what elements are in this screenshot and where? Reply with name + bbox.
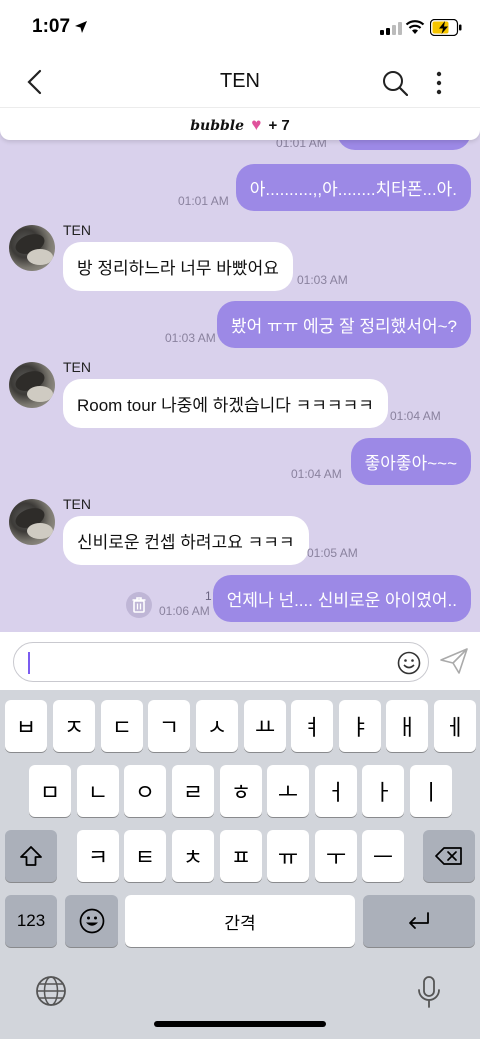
key[interactable]: ㅐ — [386, 700, 428, 752]
key[interactable]: ㅡ — [362, 830, 404, 882]
send-icon[interactable] — [440, 648, 468, 674]
key[interactable]: ㅂ — [5, 700, 47, 752]
key[interactable]: ㄴ — [77, 765, 119, 817]
key[interactable]: ㅍ — [220, 830, 262, 882]
message-time: 01:03 AM — [297, 273, 348, 287]
return-key[interactable] — [363, 895, 475, 947]
key[interactable]: ㅋ — [77, 830, 119, 882]
sender-avatar[interactable] — [9, 499, 55, 545]
message-bubble-incoming[interactable]: 방 정리하느라 너무 바빴어요 — [63, 242, 293, 291]
message-composer — [0, 632, 480, 690]
numbers-key[interactable]: 123 — [5, 895, 57, 947]
space-key[interactable]: 간격 — [125, 895, 355, 947]
heart-icon: ♥ — [251, 115, 262, 134]
emoji-icon[interactable] — [397, 651, 421, 675]
key[interactable]: ㅅ — [196, 700, 238, 752]
microphone-icon[interactable] — [416, 975, 442, 1009]
message-bubble-outgoing[interactable]: 봤어 ㅠㅠ 에궁 잘 정리했서어~? — [217, 301, 471, 348]
backspace-icon — [435, 847, 462, 865]
key[interactable]: ㅓ — [315, 765, 357, 817]
message-time: 01:03 AM — [165, 331, 216, 345]
key[interactable]: ㅌ — [124, 830, 166, 882]
emoji-key[interactable] — [65, 895, 118, 947]
keyboard: ㅂ ㅈ ㄷ ㄱ ㅅ ㅛ ㅕ ㅑ ㅐ ㅔ ㅁ ㄴ ㅇ ㄹ ㅎ ㅗ ㅓ ㅏ ㅣ ㅋ … — [0, 690, 480, 1039]
status-time: 1:07 — [32, 16, 71, 37]
screen: 1:07 TEN bubble ♥ + 7 01:01 AM 아........… — [0, 0, 480, 1039]
message-bubble-outgoing[interactable]: 좋아좋아~~~ — [350, 438, 471, 485]
sender-avatar[interactable] — [9, 225, 55, 271]
message-bubble-incoming[interactable]: Room tour 나중에 하겠습니다 ㅋㅋㅋㅋㅋ — [63, 379, 388, 428]
key[interactable]: ㅑ — [339, 700, 381, 752]
unread-count: 1 — [205, 589, 212, 603]
globe-icon[interactable] — [35, 975, 67, 1007]
message-time: 01:05 AM — [307, 546, 358, 560]
more-options-icon[interactable] — [432, 70, 446, 96]
key[interactable]: ㅕ — [291, 700, 333, 752]
key[interactable]: ㅏ — [362, 765, 404, 817]
location-arrow-icon — [75, 21, 87, 33]
shift-icon — [20, 846, 42, 866]
message-time: 01:06 AM — [159, 604, 210, 618]
sender-name: TEN — [63, 359, 91, 375]
return-icon — [409, 912, 429, 929]
bubble-count: + 7 — [268, 117, 290, 134]
key[interactable]: ㅔ — [434, 700, 476, 752]
sender-name: TEN — [63, 496, 91, 512]
chat-area[interactable]: bubble ♥ + 7 01:01 AM 아..........,,아....… — [0, 108, 480, 632]
message-time: 01:01 AM — [178, 194, 229, 208]
home-indicator[interactable] — [154, 1021, 326, 1027]
key[interactable]: ㅛ — [244, 700, 286, 752]
key[interactable]: ㄷ — [101, 700, 143, 752]
key[interactable]: ㅊ — [172, 830, 214, 882]
message-time: 01:04 AM — [390, 409, 441, 423]
message-bubble-outgoing[interactable]: 아..........,,아........치타폰...아. — [235, 164, 471, 211]
key[interactable]: ㅇ — [124, 765, 166, 817]
delete-trash-icon[interactable] — [126, 592, 152, 618]
key[interactable]: ㄹ — [172, 765, 214, 817]
message-bubble-outgoing[interactable]: 언제나 넌.... 신비로운 아이였어.. — [212, 575, 471, 622]
key[interactable]: ㅜ — [315, 830, 357, 882]
key[interactable]: ㅠ — [267, 830, 309, 882]
status-bar: 1:07 — [0, 0, 480, 58]
message-bubble-incoming[interactable]: 신비로운 컨셉 하려고요 ㅋㅋㅋ — [63, 516, 309, 565]
key[interactable]: ㅎ — [220, 765, 262, 817]
message-time: 01:04 AM — [291, 467, 342, 481]
sender-name: TEN — [63, 222, 91, 238]
text-cursor — [28, 652, 30, 674]
chat-header: TEN — [0, 58, 480, 108]
search-icon[interactable] — [382, 70, 408, 96]
emoji-icon — [79, 908, 104, 934]
cellular-signal-icon — [380, 22, 402, 35]
key[interactable]: ㅣ — [410, 765, 452, 817]
backspace-key[interactable] — [423, 830, 475, 882]
shift-key[interactable] — [5, 830, 57, 882]
sender-avatar[interactable] — [9, 362, 55, 408]
key[interactable]: ㄱ — [148, 700, 190, 752]
wifi-icon — [405, 20, 425, 34]
key[interactable]: ㅗ — [267, 765, 309, 817]
bubble-banner[interactable]: bubble ♥ + 7 — [0, 108, 480, 140]
key[interactable]: ㅈ — [53, 700, 95, 752]
key[interactable]: ㅁ — [29, 765, 71, 817]
bubble-brand: bubble — [190, 118, 245, 134]
chat-title: TEN — [220, 70, 260, 92]
message-input[interactable] — [13, 642, 429, 682]
battery-icon — [430, 19, 462, 36]
